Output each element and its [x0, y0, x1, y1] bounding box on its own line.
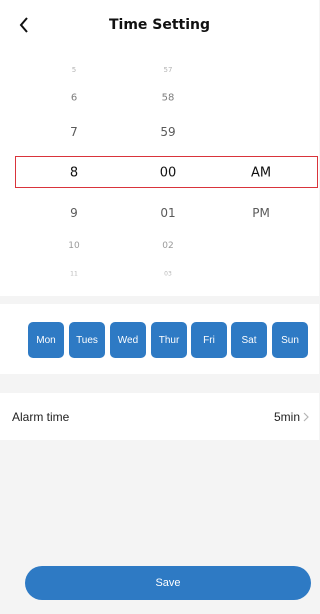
minute-option[interactable]: 59	[160, 125, 175, 139]
selection-highlight	[15, 156, 318, 188]
chevron-left-icon	[19, 17, 28, 33]
hour-option[interactable]: 9	[70, 206, 78, 220]
day-button-sat[interactable]: Sat	[231, 322, 267, 358]
hour-option[interactable]: 11	[70, 271, 78, 278]
page-title: Time Setting	[108, 17, 211, 33]
hour-option[interactable]: 7	[70, 125, 78, 139]
alarm-time-value-text: 5min	[273, 409, 300, 424]
chevron-right-icon	[303, 412, 309, 422]
save-button[interactable]: Save	[25, 566, 311, 600]
day-button-thur[interactable]: Thur	[151, 322, 187, 358]
day-button-tues[interactable]: Tues	[69, 322, 105, 358]
back-button[interactable]	[14, 14, 34, 36]
day-button-sun[interactable]: Sun	[272, 322, 308, 358]
weekday-selector: Mon Tues Wed Thur Fri Sat Sun	[0, 304, 319, 374]
time-picker[interactable]: 5 6 7 8 9 10 11 57 58 59 00 01 02 03 AM …	[0, 50, 319, 296]
alarm-time-row[interactable]: Alarm time 5min	[0, 393, 319, 440]
day-button-mon[interactable]: Mon	[28, 322, 64, 358]
hour-option[interactable]: 10	[68, 241, 79, 251]
minute-option[interactable]: 02	[162, 241, 173, 251]
top-bar: Time Setting	[0, 0, 319, 50]
minute-option[interactable]: 03	[164, 271, 172, 278]
minute-option[interactable]: 01	[160, 206, 175, 220]
alarm-time-value[interactable]: 5min	[274, 410, 309, 424]
day-button-fri[interactable]: Fri	[191, 322, 227, 358]
minute-option[interactable]: 57	[164, 66, 173, 74]
period-option[interactable]: PM	[252, 206, 270, 220]
hour-option[interactable]: 5	[72, 66, 76, 74]
minute-option[interactable]: 58	[162, 93, 175, 104]
alarm-time-label: Alarm time	[12, 409, 70, 424]
hour-option[interactable]: 6	[71, 93, 77, 104]
day-button-wed[interactable]: Wed	[110, 322, 146, 358]
